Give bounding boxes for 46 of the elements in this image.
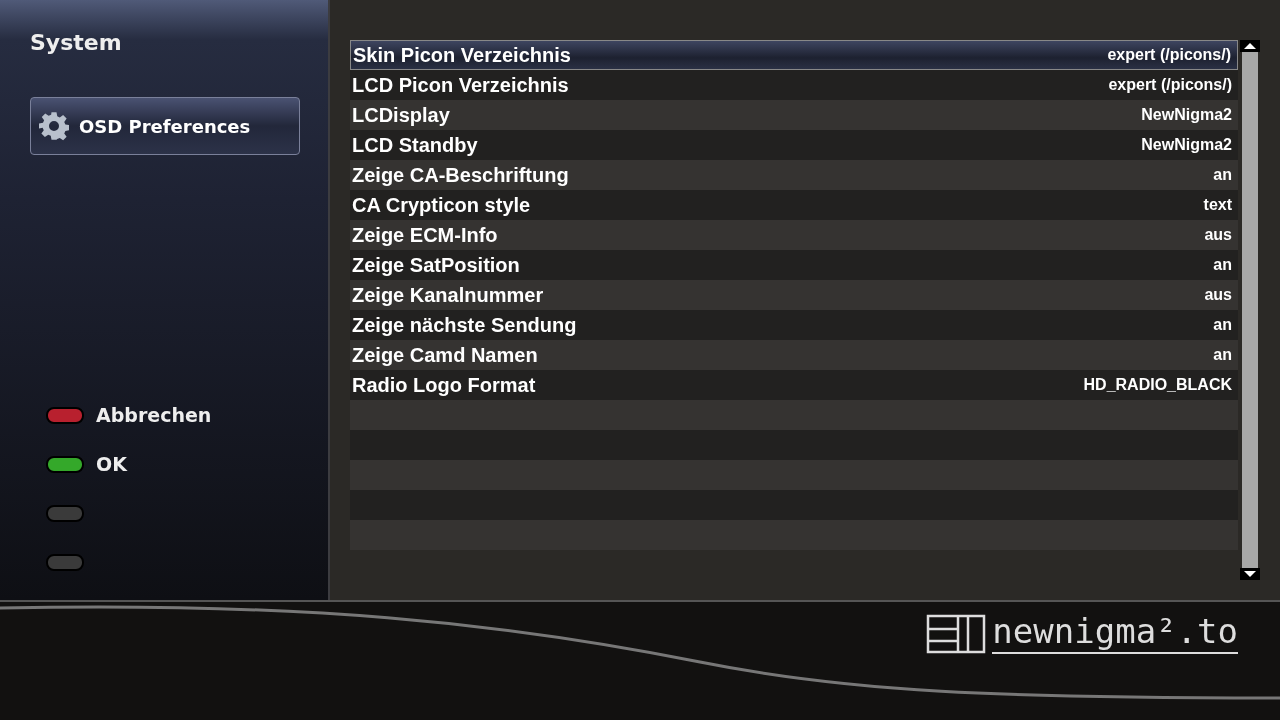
logo-icon	[926, 614, 987, 654]
setting-value: aus	[1204, 226, 1232, 244]
key-label: Abbrechen	[96, 404, 212, 426]
setting-value: NewNigma2	[1141, 136, 1232, 154]
setting-value: text	[1203, 196, 1232, 214]
setting-value: an	[1213, 166, 1232, 184]
setting-value: an	[1213, 256, 1232, 274]
setting-value: an	[1213, 316, 1232, 334]
settings-row[interactable]: LCD Picon Verzeichnis expert (/picons/)	[350, 70, 1238, 100]
gear-icon	[39, 111, 69, 141]
settings-row[interactable]: Zeige Camd Namen an	[350, 340, 1238, 370]
setting-value: expert (/picons/)	[1108, 76, 1232, 94]
settings-row[interactable]: Zeige SatPosition an	[350, 250, 1238, 280]
settings-row[interactable]: Skin Picon Verzeichnis expert (/picons/)	[350, 40, 1238, 70]
setting-name: LCDisplay	[352, 103, 450, 127]
scrollbar[interactable]	[1240, 40, 1260, 580]
setting-value: aus	[1204, 286, 1232, 304]
setting-name: Radio Logo Format	[352, 373, 536, 397]
settings-row[interactable]: Zeige CA-Beschriftung an	[350, 160, 1238, 190]
setting-name: Skin Picon Verzeichnis	[353, 43, 571, 67]
settings-row[interactable]: Zeige ECM-Info aus	[350, 220, 1238, 250]
setting-name: Zeige nächste Sendung	[352, 313, 577, 337]
setting-name: Zeige ECM-Info	[352, 223, 498, 247]
menu-item[interactable]: OSD Preferences	[30, 97, 300, 155]
setting-value: expert (/picons/)	[1107, 46, 1231, 64]
scroll-down-icon[interactable]	[1240, 568, 1260, 580]
scroll-up-icon[interactable]	[1240, 40, 1260, 52]
settings-row[interactable]: LCD Standby NewNigma2	[350, 130, 1238, 160]
setting-name: Zeige Camd Namen	[352, 343, 538, 367]
menu-title: System	[30, 30, 122, 55]
settings-row[interactable]: Zeige Kanalnummer aus	[350, 280, 1238, 310]
logo-text: newnigma².to	[992, 614, 1238, 654]
setting-value: an	[1213, 346, 1232, 364]
setting-name: Zeige SatPosition	[352, 253, 520, 277]
setting-name: CA Crypticon style	[352, 193, 531, 217]
key-label: OK	[96, 453, 127, 475]
setting-value: HD_RADIO_BLACK	[1083, 376, 1232, 394]
settings-row[interactable]: Radio Logo Format HD_RADIO_BLACK	[350, 370, 1238, 400]
settings-row[interactable]: CA Crypticon style text	[350, 190, 1238, 220]
setting-name: LCD Standby	[352, 133, 478, 157]
setting-name: Zeige Kanalnummer	[352, 283, 544, 307]
setting-name: Zeige CA-Beschriftung	[352, 163, 569, 187]
setting-name: LCD Picon Verzeichnis	[352, 73, 569, 97]
settings-row[interactable]: LCDisplay NewNigma2	[350, 100, 1238, 130]
settings-row[interactable]: Zeige nächste Sendung an	[350, 310, 1238, 340]
setting-value: NewNigma2	[1141, 106, 1232, 124]
